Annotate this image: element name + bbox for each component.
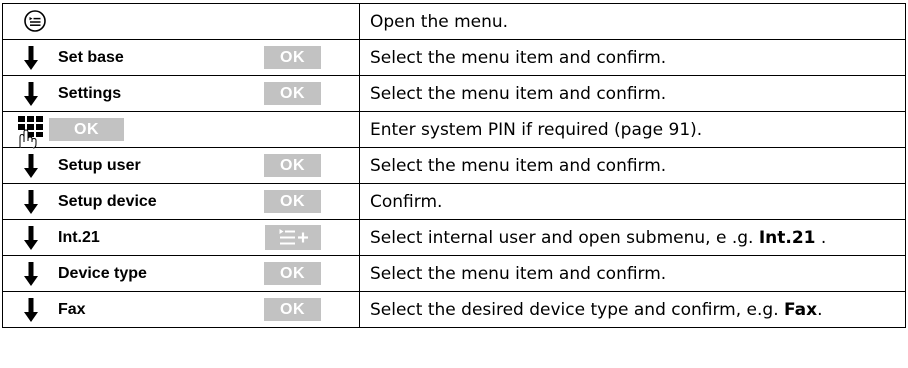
- ok-button[interactable]: OK: [264, 262, 321, 285]
- step-row: Set base OK Select the menu item and con…: [2, 39, 906, 76]
- menu-item-label: Settings: [58, 85, 122, 102]
- menu-item-label: Setup device: [58, 193, 157, 210]
- step-row: Settings OK Select the menu item and con…: [2, 75, 906, 112]
- arrow-down-icon: [24, 298, 38, 322]
- step-description: Select the menu item and confirm.: [359, 255, 906, 292]
- ok-button[interactable]: OK: [264, 298, 321, 321]
- step-description: Confirm.: [359, 183, 906, 220]
- arrow-down-icon: [24, 190, 38, 214]
- instruction-table: Open the menu. Set base OK Select the me…: [2, 3, 906, 328]
- menu-key-icon: [24, 10, 46, 32]
- menu-item-label: Setup user: [58, 157, 141, 174]
- step-description: Select the menu item and confirm.: [359, 39, 906, 76]
- arrow-down-icon: [24, 82, 38, 106]
- step-row: Open the menu.: [2, 3, 906, 40]
- step-description-highlight: Int.21: [758, 227, 816, 248]
- step-description: Select the menu item and confirm.: [359, 147, 906, 184]
- menu-item-label: Int.21: [58, 229, 100, 246]
- ok-button[interactable]: OK: [49, 118, 124, 141]
- arrow-down-icon: [24, 154, 38, 178]
- step-description: Select the desired device type and confi…: [359, 291, 906, 328]
- ok-button[interactable]: OK: [264, 190, 321, 213]
- submenu-icon[interactable]: [265, 225, 321, 250]
- menu-item-label: Fax: [58, 301, 86, 318]
- menu-item-label: Device type: [58, 265, 147, 282]
- step-row: Device type OK Select the menu item and …: [2, 255, 906, 292]
- arrow-down-icon: [24, 46, 38, 70]
- arrow-down-icon: [24, 226, 38, 250]
- ok-button[interactable]: OK: [264, 46, 321, 69]
- arrow-down-icon: [24, 262, 38, 286]
- step-description-highlight: Fax: [784, 299, 818, 320]
- step-row: Fax OK Select the desired device type an…: [2, 291, 906, 328]
- step-description: Select the menu item and confirm.: [359, 75, 906, 112]
- step-row: Setup user OK Select the menu item and c…: [2, 147, 906, 184]
- step-description: Select internal user and open submenu, e…: [359, 219, 906, 256]
- step-row: Setup device OK Confirm.: [2, 183, 906, 220]
- ok-button[interactable]: OK: [264, 82, 321, 105]
- keypad-icon: [18, 116, 43, 149]
- menu-item-label: Set base: [58, 49, 124, 66]
- step-description: Open the menu.: [359, 3, 906, 40]
- step-description: Enter system PIN if required (page 91).: [359, 111, 906, 148]
- ok-button[interactable]: OK: [264, 154, 321, 177]
- step-row: Int.21 Select internal user and open sub…: [2, 219, 906, 256]
- step-row: OK Enter system PIN if required (page 91…: [2, 111, 906, 149]
